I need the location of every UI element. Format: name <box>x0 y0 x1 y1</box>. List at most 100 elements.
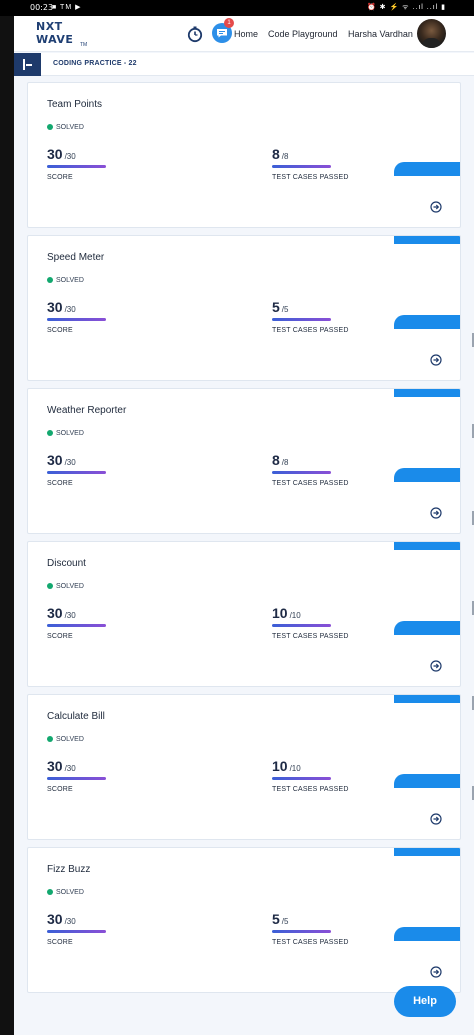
status-text: SOLVED <box>56 889 84 896</box>
nxtwave-logo[interactable]: NXT WAVE TM <box>36 20 96 50</box>
help-tab[interactable] <box>394 468 460 482</box>
help-tab[interactable] <box>394 774 460 788</box>
problem-title: Team Points <box>47 99 103 110</box>
score-label: SCORE <box>47 633 73 640</box>
solved-dot-icon <box>47 277 53 283</box>
arrow-right-circle-icon[interactable] <box>430 812 442 825</box>
problem-title: Fizz Buzz <box>47 864 91 875</box>
score-total: /30 <box>64 152 76 161</box>
problem-card[interactable]: Speed Meter SOLVED 30/30 SCORE 5/5 TEST CASES… <box>27 235 461 381</box>
help-tab-top <box>394 236 460 244</box>
score-label: SCORE <box>47 327 73 334</box>
test-cases-total: /8 <box>281 152 289 161</box>
score-value: 30 <box>47 605 63 621</box>
nav-user-name[interactable]: Harsha Vardhan <box>348 29 413 39</box>
problem-title: Speed Meter <box>47 252 105 263</box>
breadcrumb-bar: CODING PRACTICE - 22 <box>14 53 474 76</box>
status-badge: SOLVED <box>47 430 84 437</box>
nav-code-playground-link[interactable]: Code Playground <box>268 29 338 39</box>
sidebar-toggle-button[interactable] <box>14 53 41 76</box>
problem-title: Weather Reporter <box>47 405 127 416</box>
status-text: SOLVED <box>56 124 84 131</box>
arrow-right-circle-icon[interactable] <box>430 506 442 519</box>
test-cases-progress-bar <box>272 930 331 933</box>
test-cases-total: /5 <box>281 917 289 926</box>
help-button[interactable]: Help <box>394 986 456 1017</box>
score-value: 30 <box>47 146 63 162</box>
status-text: SOLVED <box>56 430 84 437</box>
solved-dot-icon <box>47 583 53 589</box>
test-cases-metric: 5/5 TEST CASES PASSED <box>272 911 349 946</box>
test-cases-total: /8 <box>281 458 289 467</box>
score-metric: 30/30 SCORE <box>47 452 106 487</box>
help-tab[interactable] <box>394 162 460 176</box>
breadcrumb: CODING PRACTICE - 22 <box>53 60 137 67</box>
help-tab[interactable] <box>394 621 460 635</box>
status-badge: SOLVED <box>47 736 84 743</box>
help-tab-top <box>394 848 460 856</box>
test-cases-progress-bar <box>272 624 331 627</box>
top-navbar: NXT WAVE TM 1 Home Code Playground Harsh… <box>14 16 474 52</box>
status-text: SOLVED <box>56 277 84 284</box>
score-value: 30 <box>47 452 63 468</box>
test-cases-metric: 10/10 TEST CASES PASSED <box>272 605 349 640</box>
arrow-right-circle-icon[interactable] <box>430 353 442 366</box>
avatar[interactable] <box>417 19 446 48</box>
score-metric: 30/30 SCORE <box>47 758 106 793</box>
problem-card[interactable]: Team Points SOLVED 30/30 SCORE 8/8 TEST CASES… <box>27 82 461 228</box>
test-cases-progress-bar <box>272 318 331 321</box>
status-time: 00:23 <box>30 3 54 12</box>
help-tab-top <box>394 695 460 703</box>
problem-card[interactable]: Fizz Buzz SOLVED 30/30 SCORE 5/5 TEST CASES P… <box>27 847 461 993</box>
solved-dot-icon <box>47 889 53 895</box>
score-metric: 30/30 SCORE <box>47 146 106 181</box>
score-total: /30 <box>64 764 76 773</box>
score-value: 30 <box>47 299 63 315</box>
score-value: 30 <box>47 911 63 927</box>
score-value: 30 <box>47 758 63 774</box>
help-tab[interactable] <box>394 315 460 329</box>
test-cases-total: /5 <box>281 305 289 314</box>
avatar-figure <box>422 38 441 48</box>
arrow-right-circle-icon[interactable] <box>430 659 442 672</box>
test-cases-label: TEST CASES PASSED <box>272 786 349 793</box>
notification-badge: 1 <box>224 18 234 28</box>
score-total: /30 <box>64 458 76 467</box>
nav-home-link[interactable]: Home <box>234 29 258 39</box>
test-cases-label: TEST CASES PASSED <box>272 939 349 946</box>
test-cases-value: 8 <box>272 452 280 468</box>
sidebar-toggle-icon-arrow <box>26 64 32 66</box>
left-edge <box>0 16 14 1035</box>
problem-card[interactable]: Calculate Bill SOLVED 30/30 SCORE 10/10 TEST … <box>27 694 461 840</box>
status-bar: 00:23 ■ TM ▶ ⏰ ✱ ⚡ ᯤ ..ıl ..ıl ▮ <box>0 0 474 16</box>
solved-dot-icon <box>47 736 53 742</box>
help-tab[interactable] <box>394 927 460 941</box>
test-cases-value: 8 <box>272 146 280 162</box>
status-text: SOLVED <box>56 583 84 590</box>
test-cases-total: /10 <box>289 611 301 620</box>
score-progress-bar <box>47 624 106 627</box>
test-cases-progress-bar <box>272 777 331 780</box>
score-label: SCORE <box>47 939 73 946</box>
stopwatch-icon[interactable] <box>186 25 204 43</box>
logo-tm: TM <box>80 42 88 48</box>
problem-card[interactable]: Discount SOLVED 30/30 SCORE 10/10 TEST CASES … <box>27 541 461 687</box>
score-total: /30 <box>64 611 76 620</box>
logo-text-bottom: WAVE <box>36 33 74 46</box>
score-progress-bar <box>47 930 106 933</box>
page: NXT WAVE TM 1 Home Code Playground Harsh… <box>14 16 474 1035</box>
score-total: /30 <box>64 917 76 926</box>
test-cases-value: 5 <box>272 911 280 927</box>
test-cases-value: 10 <box>272 605 288 621</box>
test-cases-metric: 8/8 TEST CASES PASSED <box>272 146 349 181</box>
test-cases-total: /10 <box>289 764 301 773</box>
help-tab-top <box>394 389 460 397</box>
status-badge: SOLVED <box>47 889 84 896</box>
arrow-right-circle-icon[interactable] <box>430 965 442 978</box>
score-metric: 30/30 SCORE <box>47 605 106 640</box>
arrow-right-circle-icon[interactable] <box>430 200 442 213</box>
problem-card[interactable]: Weather Reporter SOLVED 30/30 SCORE 8/8 TEST … <box>27 388 461 534</box>
status-badge: SOLVED <box>47 124 84 131</box>
status-text: SOLVED <box>56 736 84 743</box>
score-metric: 30/30 SCORE <box>47 299 106 334</box>
